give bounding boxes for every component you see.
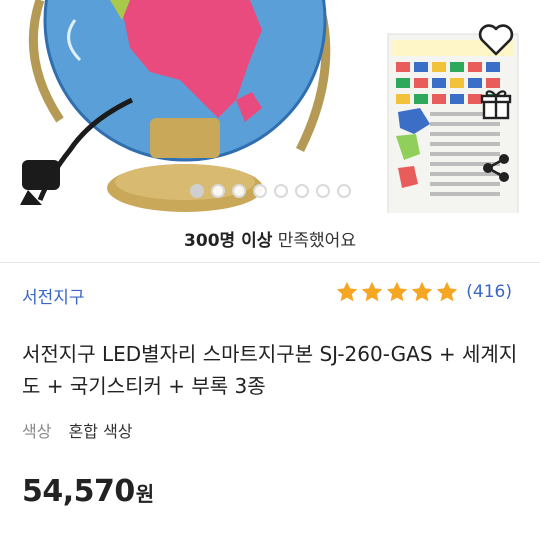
product-option[interactable]: 색상 혼합 색상 [22, 418, 133, 442]
satisfaction-summary: 300명 이상 만족했어요 [0, 226, 540, 251]
share-button[interactable] [474, 146, 518, 190]
star-icon [412, 281, 433, 302]
product-photo [20, 0, 519, 213]
product-price: 54,570 원 [22, 474, 154, 509]
review-count[interactable]: (416) [466, 282, 512, 302]
carousel-dot[interactable] [210, 184, 225, 198]
brand-link[interactable]: 서전지구 [22, 283, 85, 308]
gift-button[interactable] [474, 82, 518, 126]
option-label: 색상 [22, 422, 52, 441]
like-button[interactable] [474, 18, 518, 62]
carousel-dot[interactable] [189, 184, 204, 198]
carousel-dot[interactable] [273, 184, 288, 198]
satisfaction-suffix: 만족했어요 [277, 231, 356, 251]
carousel-dot[interactable] [252, 184, 267, 198]
gift-icon [480, 90, 512, 120]
star-icon [437, 281, 458, 302]
divider [0, 262, 540, 263]
price-unit: 원 [135, 482, 155, 506]
price-amount: 54,570 [22, 474, 135, 509]
carousel-indicator [0, 184, 540, 200]
carousel-dot[interactable] [294, 184, 309, 198]
product-image-carousel[interactable] [0, 0, 540, 213]
carousel-dot[interactable] [336, 184, 351, 198]
rating-summary[interactable]: (416) [335, 280, 512, 304]
carousel-dot[interactable] [231, 184, 246, 198]
carousel-dot[interactable] [315, 184, 330, 198]
star-icon [387, 281, 408, 302]
share-icon [483, 154, 509, 182]
star-icon [362, 281, 383, 302]
product-title: 서전지구 LED별자리 스마트지구본 SJ-260-GAS + 세계지도 + 국… [22, 342, 518, 398]
heart-outline-icon [478, 24, 514, 56]
satisfaction-count: 300명 이상 [184, 231, 273, 251]
star-icon [337, 281, 358, 302]
option-value: 혼합 색상 [68, 422, 133, 441]
